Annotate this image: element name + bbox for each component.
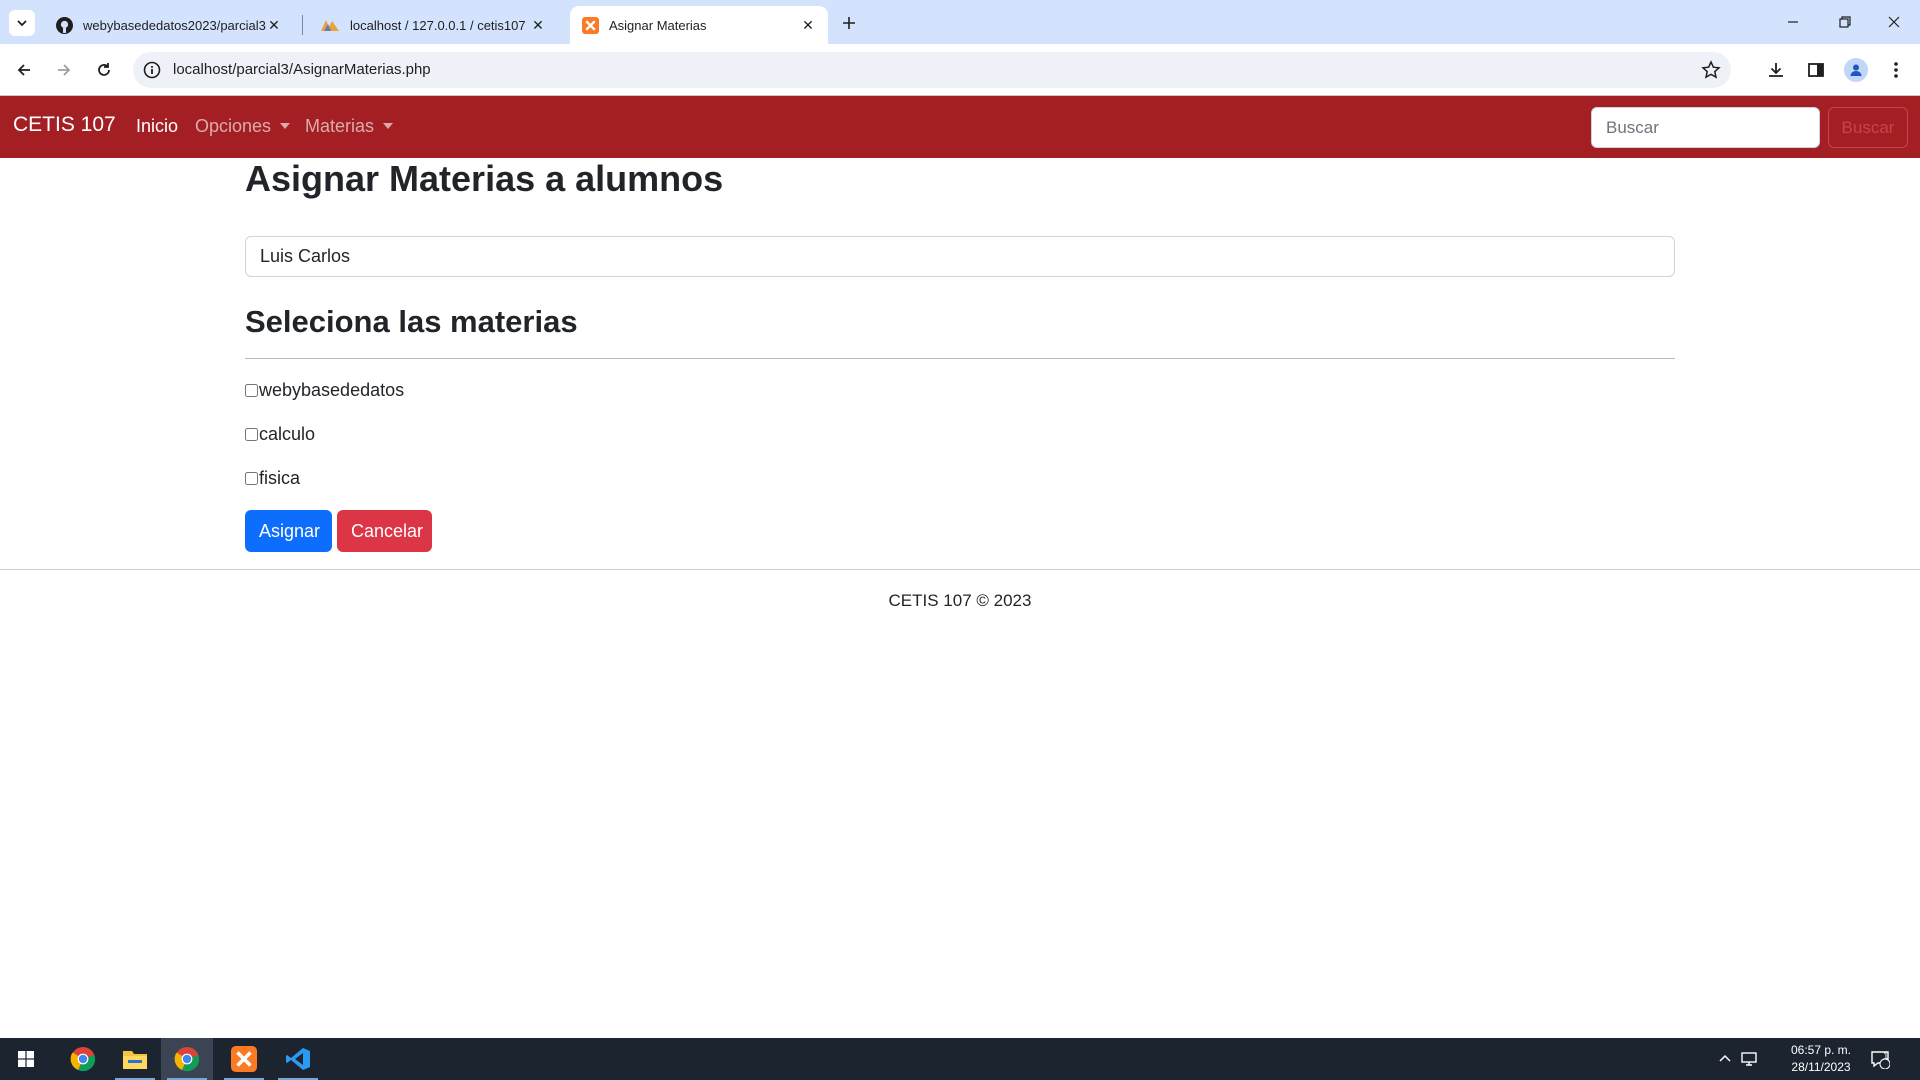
arrow-left-icon [17,64,30,76]
taskbar-vscode[interactable] [272,1038,324,1080]
checkbox[interactable] [245,384,258,397]
minimize-icon [1788,21,1798,23]
taskbar: 06:57 p. m. 28/11/2023 1 [0,1038,1920,1080]
forward-button[interactable] [50,56,78,84]
network-icon [1741,1052,1757,1066]
tab-title: webybasededatos2023/parcial3 [83,17,266,33]
close-icon[interactable]: ✕ [800,17,816,33]
clock-time: 06:57 p. m. [1790,1043,1852,1057]
start-button[interactable] [0,1038,52,1080]
chrome-icon [70,1047,96,1072]
chevron-down-icon [17,20,27,27]
notification-count: 1 [1883,1051,1889,1062]
taskbar-chrome-active[interactable] [161,1038,213,1080]
profile-button[interactable] [1842,56,1870,84]
site-navbar: CETIS 107 Inicio Opciones Materias Busca… [0,96,1920,158]
more-vertical-icon [1894,62,1898,78]
new-tab-button[interactable] [836,10,862,36]
vscode-icon [286,1048,310,1070]
arrow-right-icon [58,64,71,76]
plus-icon [843,17,855,29]
divider [0,569,1920,570]
close-icon[interactable]: ✕ [266,17,282,33]
subject-label: fisica [259,468,301,488]
subject-label: webybasededatos [259,380,405,400]
info-icon[interactable] [143,61,161,79]
section-title: Seleciona las materias [245,304,578,339]
subject-checkbox-fisica[interactable]: fisica [245,468,300,489]
checkbox[interactable] [245,472,258,485]
nav-dropdown-materias[interactable]: Materias [305,116,394,137]
footer-text: CETIS 107 © 2023 [888,591,1032,610]
folder-icon [123,1051,147,1069]
navbar-brand[interactable]: CETIS 107 [13,113,116,137]
chrome-icon [174,1047,200,1072]
browser-tabstrip: webybasededatos2023/parcial3 ✕ localhost… [0,0,1920,44]
search-button[interactable]: Buscar [1828,107,1908,148]
notifications-button[interactable]: 1 [1870,1038,1890,1080]
github-icon [56,16,73,34]
tray-overflow-button[interactable] [1718,1038,1732,1080]
phpmyadmin-icon [321,20,339,31]
browser-tab-asignar-materias[interactable]: Asignar Materias ✕ [570,6,828,44]
chevron-up-icon [1719,1054,1731,1062]
nav-dropdown-opciones[interactable]: Opciones [195,116,291,137]
menu-button[interactable] [1882,56,1910,84]
tab-title: localhost / 127.0.0.1 / cetis107 | php [350,17,530,33]
browser-toolbar: localhost/parcial3/AsignarMaterias.php [0,44,1920,96]
address-bar[interactable]: localhost/parcial3/AsignarMaterias.php [133,52,1731,88]
clock-date: 28/11/2023 [1791,1060,1851,1074]
cancel-button[interactable]: Cancelar [337,510,432,552]
network-button[interactable] [1740,1038,1758,1080]
browser-tab-phpmyadmin[interactable]: localhost / 127.0.0.1 / cetis107 | php ✕ [308,6,558,44]
xampp-icon [231,1046,257,1072]
nav-dropdown-label: Opciones [195,116,272,136]
close-icon [1888,16,1900,28]
caret-down-icon [383,123,394,129]
subject-label: calculo [259,424,316,444]
reload-icon [98,63,110,76]
nav-link-inicio[interactable]: Inicio [136,116,178,137]
side-panel-button[interactable] [1802,56,1830,84]
checkbox[interactable] [245,428,258,441]
taskbar-chrome[interactable] [57,1038,109,1080]
star-icon[interactable] [1701,60,1721,80]
caret-down-icon [280,123,291,129]
windows-icon [18,1051,34,1067]
subject-checkbox-webybasededatos[interactable]: webybasededatos [245,380,404,401]
subject-checkbox-calculo[interactable]: calculo [245,424,315,445]
tab-title: Asignar Materias [609,17,707,33]
download-icon [1769,63,1783,77]
url-text[interactable]: localhost/parcial3/AsignarMaterias.php [173,61,431,78]
restore-button[interactable] [1822,0,1868,44]
xampp-icon [582,16,599,34]
assign-button[interactable]: Asignar [245,510,332,552]
reload-button[interactable] [90,56,118,84]
downloads-button[interactable] [1762,56,1790,84]
back-button[interactable] [10,56,38,84]
minimize-button[interactable] [1770,0,1816,44]
student-name-field[interactable] [245,236,1675,277]
page-title: Asignar Materias a alumnos [245,158,724,199]
restore-icon [1839,16,1851,28]
side-panel-icon [1808,63,1824,77]
close-icon[interactable]: ✕ [530,17,546,33]
nav-dropdown-label: Materias [305,116,375,136]
tab-separator [302,15,303,35]
person-icon [1850,64,1862,76]
close-window-button[interactable] [1871,0,1917,44]
taskbar-xampp[interactable] [218,1038,270,1080]
avatar [1844,58,1868,82]
taskbar-file-explorer[interactable] [109,1038,161,1080]
search-input[interactable] [1591,107,1820,148]
system-clock[interactable]: 06:57 p. m. 28/11/2023 [1786,1042,1856,1076]
tab-search-button[interactable] [9,10,35,36]
divider [245,358,1675,359]
browser-tab-github[interactable]: webybasededatos2023/parcial3 ✕ [44,6,294,44]
